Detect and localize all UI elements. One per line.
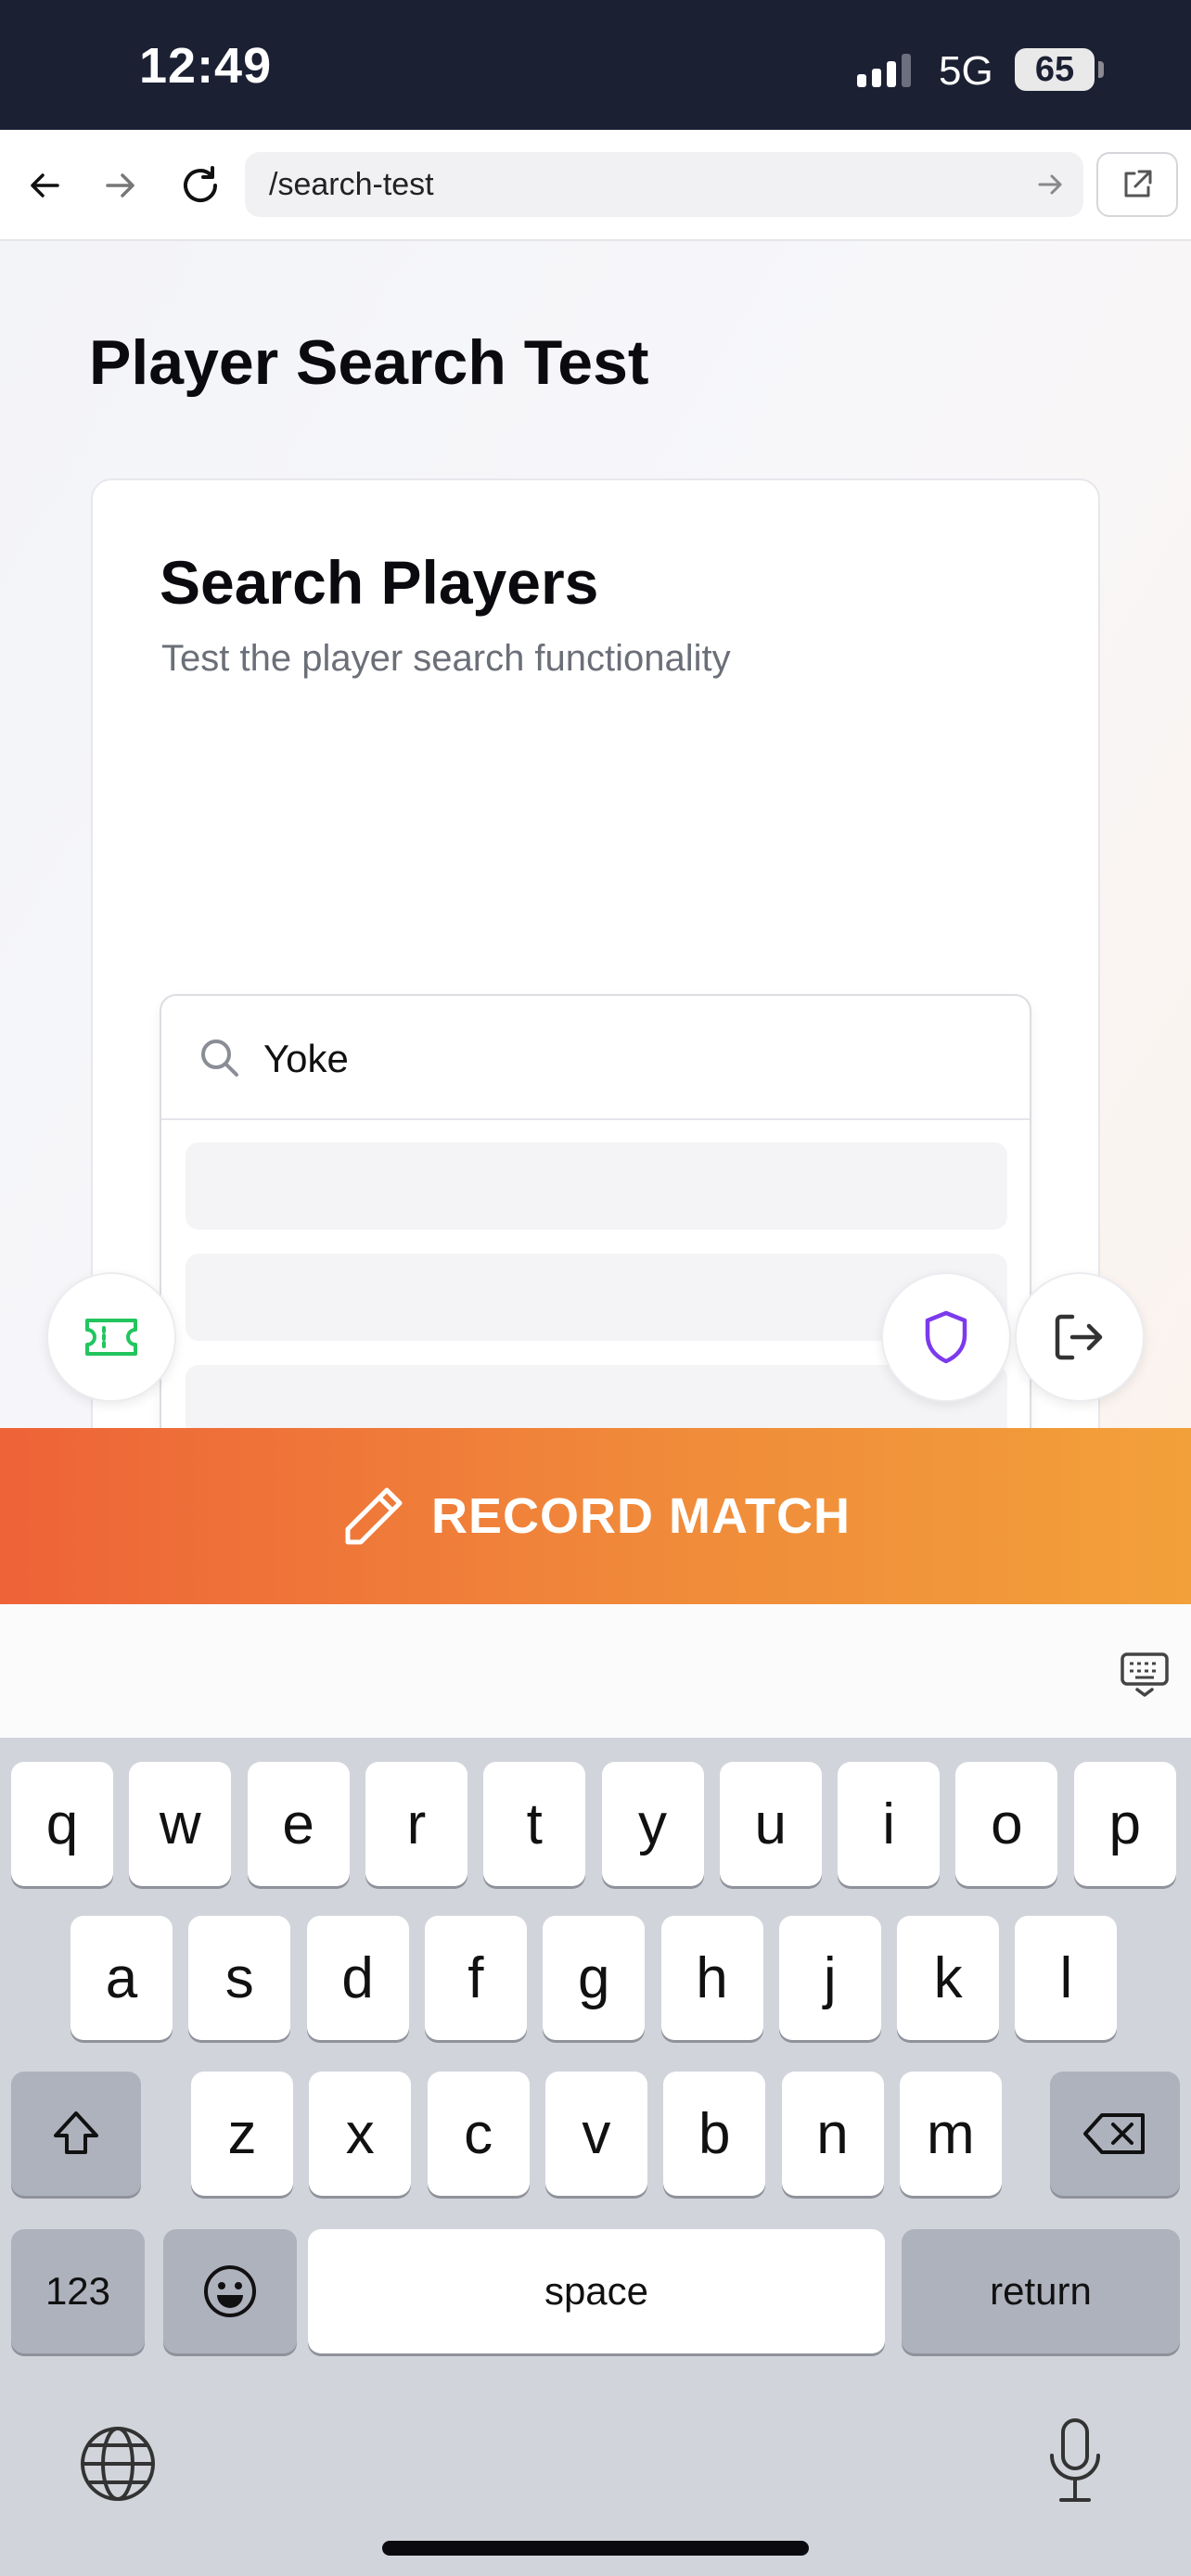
ticket-icon	[85, 1319, 137, 1356]
search-icon	[201, 1039, 238, 1077]
player-search-input[interactable]	[263, 1022, 987, 1096]
delete-key[interactable]	[1050, 2072, 1180, 2196]
emoji-key[interactable]	[163, 2229, 297, 2353]
key-r[interactable]: r	[365, 1762, 467, 1886]
browser-toolbar: /search-test	[0, 130, 1191, 241]
key-m[interactable]: m	[899, 2072, 1002, 2196]
reload-button[interactable]	[173, 158, 228, 213]
url-text: /search-test	[269, 167, 434, 202]
emoji-icon	[204, 2265, 256, 2317]
reload-icon	[184, 166, 217, 202]
key-b[interactable]: b	[663, 2072, 766, 2196]
card-title: Search Players	[160, 548, 599, 617]
key-w[interactable]: w	[129, 1762, 232, 1886]
admin-shield-button[interactable]	[881, 1272, 1011, 1402]
home-indicator	[382, 2541, 809, 2556]
ticket-button[interactable]	[46, 1272, 176, 1402]
on-screen-keyboard: qwertyuiop asdfghjkl zxcvbnm 123 space r…	[0, 1738, 1191, 2576]
key-g[interactable]: g	[543, 1916, 646, 2040]
key-n[interactable]: n	[781, 2072, 884, 2196]
go-arrow-icon[interactable]	[1035, 169, 1067, 200]
numbers-key[interactable]: 123	[11, 2229, 145, 2353]
loading-skeleton-row	[186, 1142, 1007, 1230]
forward-arrow-icon	[106, 173, 134, 198]
key-j[interactable]: j	[778, 1916, 881, 2040]
shift-key[interactable]	[11, 2072, 141, 2196]
key-v[interactable]: v	[544, 2072, 647, 2196]
shield-icon	[925, 1310, 967, 1364]
key-a[interactable]: a	[70, 1916, 173, 2040]
key-x[interactable]: x	[309, 2072, 412, 2196]
forward-button[interactable]	[93, 158, 148, 213]
battery-indicator: 65	[1015, 48, 1104, 91]
keyboard-dismiss-icon[interactable]	[1119, 1649, 1171, 1701]
back-button[interactable]	[17, 158, 72, 213]
key-k[interactable]: k	[897, 1916, 1000, 2040]
status-time: 12:49	[139, 38, 273, 94]
logout-icon	[1055, 1314, 1103, 1360]
key-p[interactable]: p	[1073, 1762, 1176, 1886]
external-link-icon	[1124, 170, 1152, 198]
globe-icon[interactable]	[76, 2422, 160, 2506]
key-c[interactable]: c	[427, 2072, 530, 2196]
key-z[interactable]: z	[191, 2072, 293, 2196]
key-t[interactable]: t	[483, 1762, 586, 1886]
record-match-button[interactable]: RECORD MATCH	[0, 1428, 1191, 1604]
key-q[interactable]: q	[11, 1762, 113, 1886]
signal-icon	[857, 54, 911, 87]
address-bar[interactable]: /search-test	[245, 152, 1083, 217]
key-s[interactable]: s	[188, 1916, 291, 2040]
network-label: 5G	[939, 48, 993, 94]
open-external-button[interactable]	[1096, 152, 1178, 217]
status-bar: 12:49 5G 65	[0, 0, 1191, 130]
back-arrow-icon	[31, 173, 59, 198]
search-row	[161, 996, 1030, 1120]
battery-level: 65	[1034, 50, 1075, 89]
microphone-icon[interactable]	[1043, 2417, 1108, 2506]
key-e[interactable]: e	[247, 1762, 350, 1886]
shift-icon	[54, 2111, 98, 2154]
key-i[interactable]: i	[838, 1762, 941, 1886]
record-match-label: RECORD MATCH	[431, 1488, 851, 1544]
key-f[interactable]: f	[424, 1916, 527, 2040]
key-d[interactable]: d	[306, 1916, 409, 2040]
key-y[interactable]: y	[601, 1762, 704, 1886]
space-key[interactable]: space	[308, 2229, 885, 2353]
backspace-icon	[1083, 2113, 1145, 2154]
key-l[interactable]: l	[1015, 1916, 1118, 2040]
keyboard-accessory-bar	[0, 1604, 1191, 1738]
page-title: Player Search Test	[89, 327, 649, 398]
pencil-icon	[345, 1487, 403, 1545]
key-h[interactable]: h	[660, 1916, 763, 2040]
key-u[interactable]: u	[719, 1762, 822, 1886]
key-o[interactable]: o	[955, 1762, 1058, 1886]
logout-button[interactable]	[1015, 1272, 1145, 1402]
card-subtitle: Test the player search functionality	[161, 638, 731, 679]
return-key[interactable]: return	[902, 2229, 1180, 2353]
page-content: Player Search Test Search Players Test t…	[0, 241, 1191, 1428]
loading-skeleton-row	[186, 1365, 1007, 1428]
